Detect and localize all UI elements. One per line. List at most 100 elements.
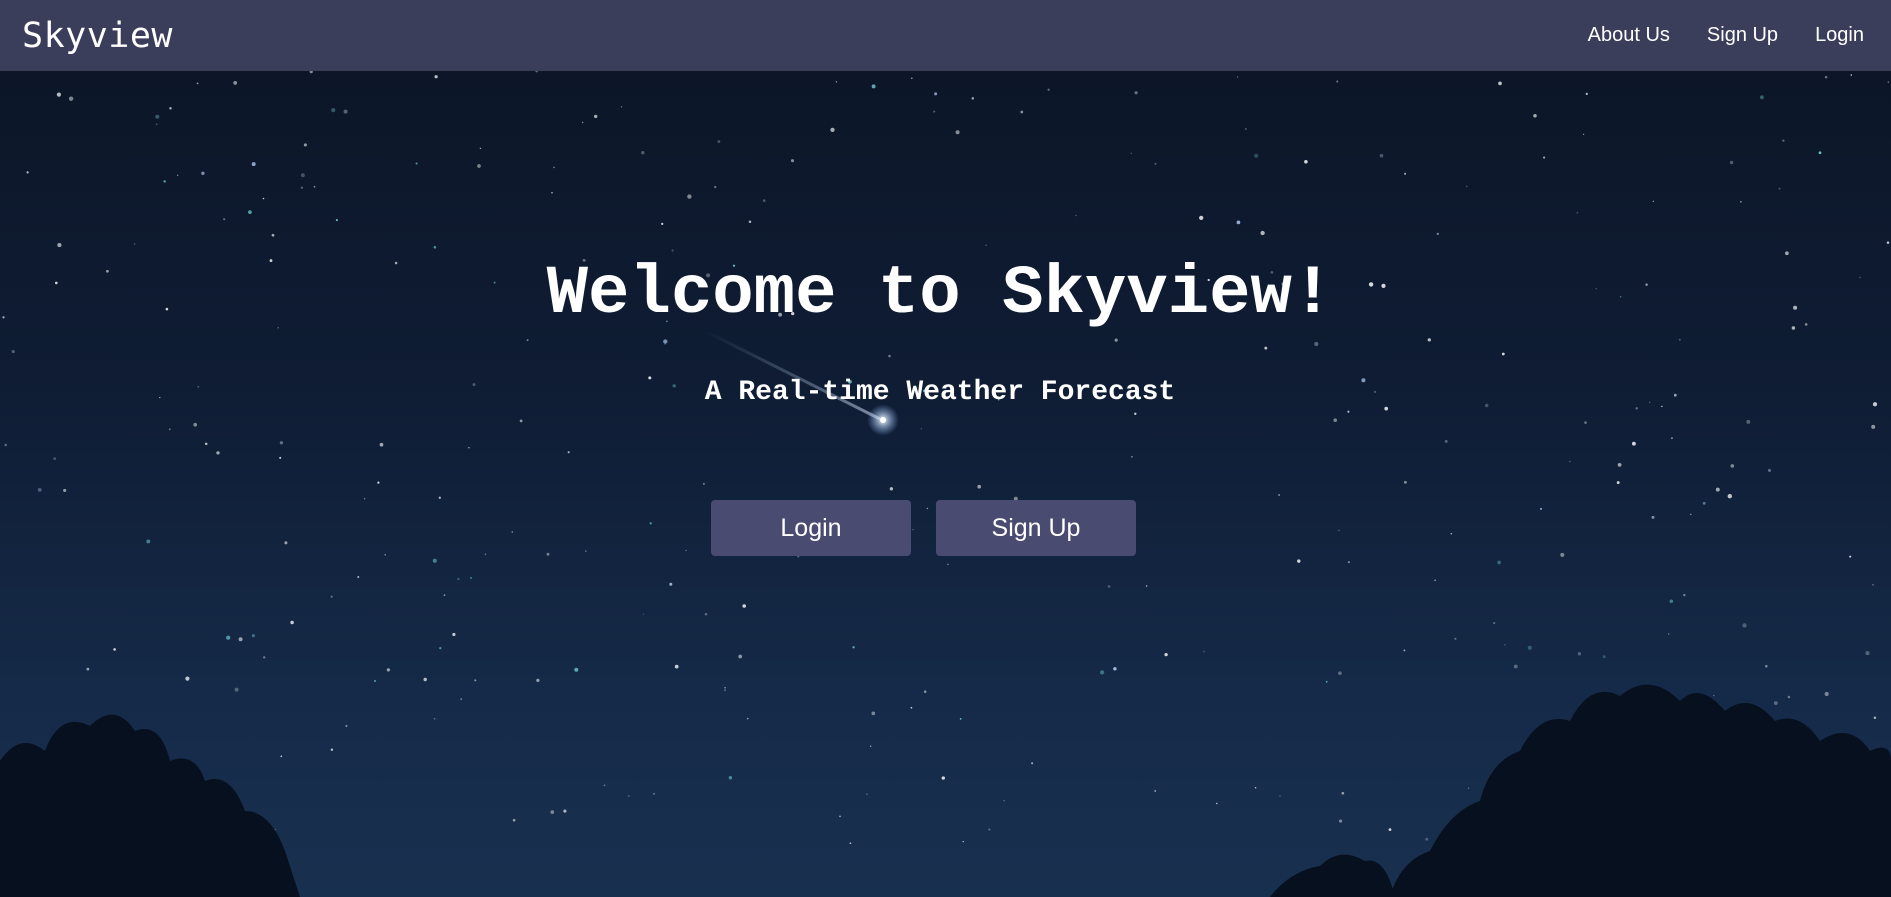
star [1872, 584, 1874, 586]
star [671, 249, 674, 252]
star [742, 604, 746, 608]
hero-subtitle: A Real-time Weather Forecast [704, 377, 1176, 408]
star [1338, 529, 1340, 532]
star [1145, 585, 1148, 587]
star [790, 159, 795, 163]
hero-title: Welcome to Skyview! [546, 255, 1334, 333]
star [1742, 623, 1747, 628]
star [620, 106, 623, 108]
star [1849, 555, 1852, 558]
star [374, 680, 376, 682]
star [1602, 655, 1606, 659]
star [271, 233, 275, 237]
star [357, 575, 360, 579]
star [279, 441, 284, 445]
star [479, 147, 482, 149]
star [717, 140, 721, 144]
star [920, 428, 922, 430]
star [852, 646, 855, 649]
star [1404, 172, 1407, 175]
star [1635, 407, 1638, 410]
star [415, 162, 418, 165]
star [1278, 494, 1281, 496]
star [331, 108, 336, 113]
star [985, 244, 987, 247]
nav-link-about-us[interactable]: About Us [1588, 24, 1670, 47]
star [1543, 156, 1546, 159]
star [1584, 421, 1587, 424]
star [926, 507, 929, 510]
star [177, 174, 179, 176]
star [574, 667, 579, 672]
star [56, 92, 62, 97]
star [1003, 800, 1005, 802]
star [185, 676, 190, 681]
star [941, 776, 945, 780]
star [687, 194, 692, 199]
star [1730, 464, 1735, 468]
star [723, 689, 726, 692]
star [1669, 599, 1674, 603]
star [912, 528, 914, 531]
star [4, 443, 7, 447]
star [1245, 128, 1247, 130]
star [724, 686, 726, 689]
star [546, 552, 550, 556]
nav-link-login[interactable]: Login [1815, 24, 1864, 47]
star [1379, 153, 1384, 158]
star [300, 173, 305, 178]
star [379, 442, 384, 447]
star [1886, 241, 1890, 244]
star [567, 451, 570, 454]
star [57, 243, 62, 248]
star [284, 541, 288, 545]
star [1347, 561, 1350, 564]
brand-logo-link[interactable]: Skyview [22, 16, 173, 56]
star [1236, 220, 1241, 225]
star [526, 339, 529, 342]
star [1504, 644, 1506, 646]
top-navbar: Skyview About Us Sign Up Login [0, 0, 1891, 71]
star [661, 222, 664, 226]
star [196, 82, 199, 85]
star [1715, 487, 1720, 492]
star [201, 171, 205, 176]
star [971, 97, 975, 100]
star [1099, 670, 1105, 675]
star [423, 677, 427, 682]
star [1585, 92, 1588, 96]
star [1164, 652, 1168, 657]
star [216, 451, 220, 455]
sign-up-button[interactable]: Sign Up [936, 500, 1136, 556]
star [274, 828, 277, 831]
star [1501, 352, 1505, 356]
star [1236, 76, 1239, 78]
star [470, 576, 472, 579]
star [839, 815, 841, 818]
login-button[interactable]: Login [711, 500, 911, 556]
star [343, 109, 348, 114]
star [1454, 637, 1457, 640]
star [251, 162, 256, 167]
star [1678, 338, 1681, 341]
star [238, 637, 243, 642]
star [1450, 532, 1453, 535]
star [1031, 762, 1034, 765]
star [1576, 211, 1579, 214]
star [474, 679, 477, 682]
star [593, 114, 598, 119]
star [330, 748, 334, 751]
star [1047, 88, 1050, 91]
star [685, 549, 687, 552]
star [934, 92, 938, 96]
nav-link-sign-up[interactable]: Sign Up [1707, 24, 1778, 47]
star [955, 130, 960, 135]
nav-links: About Us Sign Up Login [1588, 24, 1864, 47]
star [233, 81, 238, 85]
star [674, 664, 679, 669]
star [113, 648, 116, 651]
star [1388, 828, 1392, 831]
star [1444, 439, 1448, 443]
star [1631, 441, 1636, 446]
star [1113, 667, 1117, 671]
